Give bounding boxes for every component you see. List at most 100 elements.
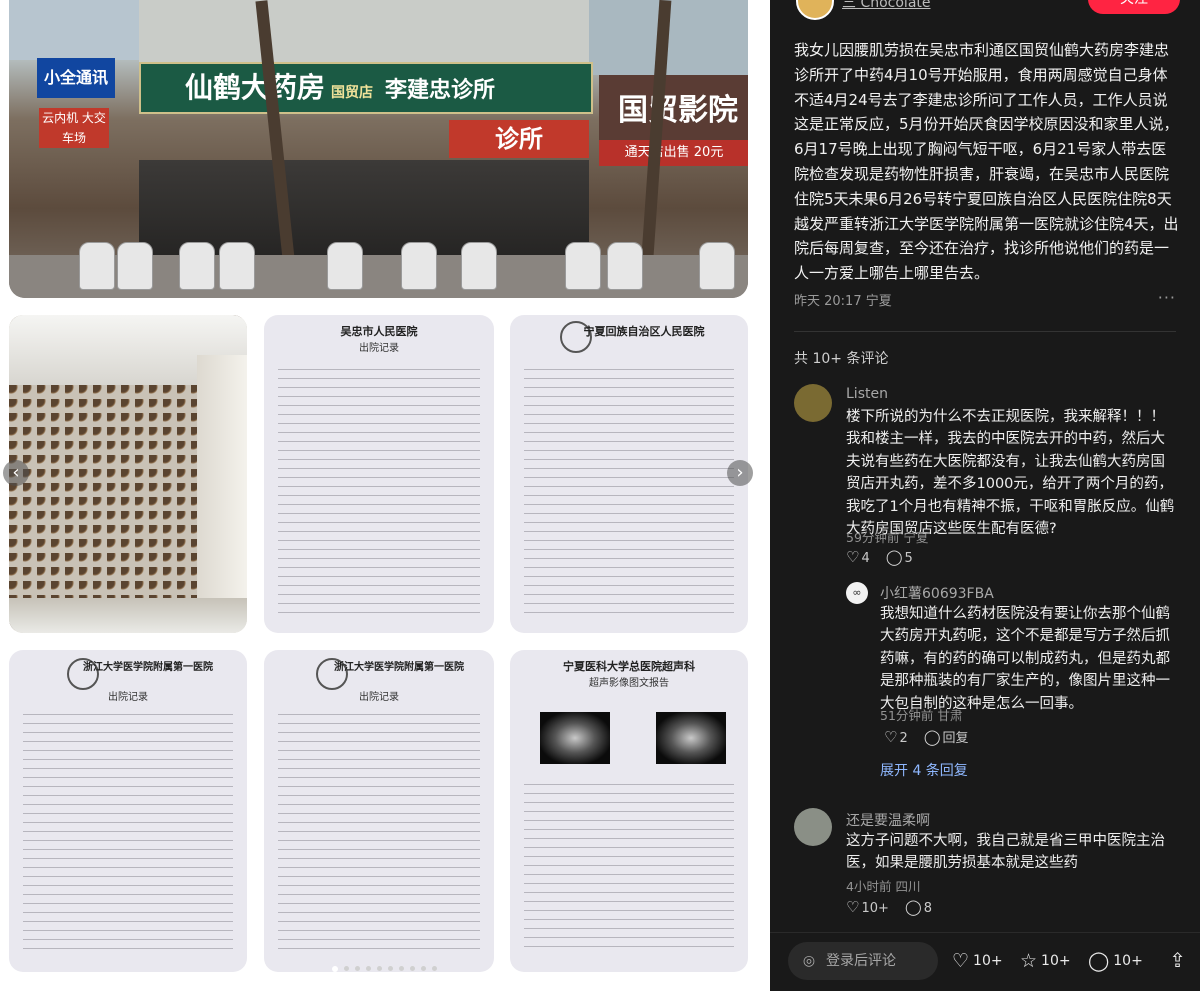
doc-text-lines [278,710,480,952]
collect-button[interactable]: ☆ 10+ [1020,950,1071,972]
follow-button[interactable]: 关注 [1088,0,1180,14]
commenter-avatar[interactable]: ∞ [846,582,868,604]
medicine-pills-photo[interactable] [9,315,247,633]
comment-button[interactable]: ◯ 10+ [1088,950,1143,972]
building-center [139,0,589,62]
commenter-name[interactable]: Listen [846,386,888,402]
like-count: 2 [899,730,908,746]
comment-count: 共 10+ 条评论 [794,351,889,367]
scooter [565,242,601,290]
comment-location: 宁夏 [903,530,929,545]
user-icon: ◎ [802,953,816,969]
comment-bubble-icon: ◯ [885,548,903,566]
doc-subtitle: 超声影像图文报告 [589,678,669,689]
doc-text-lines [524,365,734,613]
comment-text: 这方子问题不大啊，我自己就是省三甲中医院主治医，如果是腰肌劳损基本就是这些药 [846,833,1165,872]
comment-text: 楼下所说的为什么不去正规医院，我来解释！！！我和楼主一样，我去的中医院去开的中药… [846,409,1175,538]
carousel-dots[interactable] [332,966,437,972]
doc-subtitle: 出院记录 [108,692,148,703]
author-name[interactable]: 三 Chocolate [842,0,931,12]
building-left [9,0,139,60]
star-icon: ☆ [1020,950,1038,972]
carousel-dot[interactable] [388,966,393,971]
share-icon[interactable]: ⇪ [1169,948,1186,972]
carousel-dot[interactable] [399,966,404,971]
author-avatar[interactable] [796,0,834,20]
comment-location: 四川 [895,879,921,894]
commenter-name[interactable]: 还是要温柔啊 [846,810,930,830]
commenter-name[interactable]: 小红薯60693FBA [880,583,994,603]
divider [794,331,1176,332]
heart-icon: ♡ [846,898,860,916]
like-button[interactable]: ♡ 10+ [952,950,1003,972]
post-time: 昨天 20:17 [794,294,862,309]
ultrasound-report-photo[interactable]: 宁夏医科大学总医院超声科 超声影像图文报告 [510,650,748,972]
comment-actions: ♡ 2 ◯ 回复 [884,727,969,747]
comment-total: 10+ [1113,953,1143,969]
comment-actions: ♡ 10+ ◯ 8 [846,898,932,916]
post-body: 我女儿因腰肌劳损在吴忠市利通区国贸仙鹤大药房李建忠诊所开了中药4月10号开始服用… [794,41,1179,283]
comment-like-button[interactable]: ♡ 4 [846,548,870,566]
comment-time: 59分钟前 [846,530,900,545]
street-photo[interactable]: 小全通讯 云内机 大交车场 仙鹤大药房 国贸店 李建忠诊所 诊所 国贸影院 通天店出… [9,0,748,298]
carousel-dot[interactable] [421,966,426,971]
post-meta: 昨天 20:17 宁夏 [794,290,892,309]
like-count: 10+ [861,901,889,916]
scooter [461,242,497,290]
scooter [401,242,437,290]
comment-input-placeholder: 登录后评论 [826,953,896,969]
reply-count: 8 [923,901,932,916]
comment-time: 51分钟前 [880,708,934,723]
comment-reply-button[interactable]: ◯ 回复 [924,727,969,746]
heart-icon: ♡ [846,548,860,566]
image-gallery[interactable]: 小全通讯 云内机 大交车场 仙鹤大药房 国贸店 李建忠诊所 诊所 国贸影院 通天店出… [0,0,770,990]
comment-like-button[interactable]: ♡ 10+ [846,898,889,916]
comment-meta: 59分钟前 宁夏 [846,527,928,546]
comment-meta: 4小时前 四川 [846,876,920,895]
doc-title: 浙江大学医学院附属第一医院 [334,662,464,673]
reply-count: 5 [904,551,913,566]
ultrasound-image [540,712,610,764]
like-count: 4 [861,551,870,566]
post-more-icon[interactable]: ··· [1158,288,1176,307]
carousel-next-icon[interactable]: › [727,460,753,486]
hospital-record-photo-2[interactable]: 宁夏回族自治区人民医院 [510,315,748,633]
carousel-dot[interactable] [332,966,338,972]
carousel-dot[interactable] [410,966,415,971]
carousel-dot[interactable] [344,966,349,971]
doc-title: 宁夏回族自治区人民医院 [583,325,705,338]
comment-like-button[interactable]: ♡ 2 [884,728,908,746]
comment-reply-button[interactable]: ◯ 8 [905,898,932,916]
heart-icon: ♡ [952,950,970,972]
carousel-prev-icon[interactable]: ‹ [3,460,29,486]
discharge-record-photo-1[interactable]: 吴忠市人民医院 出院记录 [264,315,494,633]
cinema-banner: 通天店出售 20元 [599,140,748,166]
carousel-dot[interactable] [355,966,360,971]
commenter-avatar[interactable] [794,808,832,846]
clinic-sign-text: 诊所 [495,124,543,153]
heart-icon: ♡ [884,727,898,746]
clinic-name: 李建忠诊所 [385,77,496,103]
comment-reply-button[interactable]: ◯ 5 [886,548,913,566]
carousel-dot[interactable] [366,966,371,971]
comment-location: 甘肃 [937,708,963,723]
carousel-dot[interactable] [432,966,437,971]
scooter [117,242,153,290]
reply-label: 回复 [942,731,969,746]
comment-actions: ♡ 4 ◯ 5 [846,548,913,566]
commenter-avatar[interactable] [794,384,832,422]
comment-meta: 51分钟前 甘肃 [880,705,962,724]
post-panel: 三 Chocolate 关注 我女儿因腰肌劳损在吴忠市利通区国贸仙鹤大药房李建忠… [770,0,1200,991]
expand-replies-link[interactable]: 展开 4 条回复 [880,760,968,780]
scooter [179,242,215,290]
carousel-dot[interactable] [377,966,382,971]
scooter [219,242,255,290]
post-location: 宁夏 [865,294,892,309]
comment-input[interactable]: ◎ 登录后评论 [788,942,938,980]
discharge-record-photo-3[interactable]: 浙江大学医学院附属第一医院 出院记录 [9,650,247,972]
post-header: 三 Chocolate 关注 [770,0,1200,20]
doc-subtitle: 出院记录 [359,692,399,703]
comment-time: 4小时前 [846,879,892,894]
scooter [607,242,643,290]
discharge-record-photo-4[interactable]: 浙江大学医学院附属第一医院 出院记录 [264,650,494,972]
